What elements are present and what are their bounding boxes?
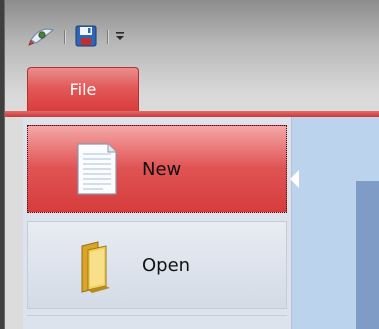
new-document-icon xyxy=(68,140,124,198)
document-area xyxy=(288,117,379,329)
customize-dropdown-icon[interactable] xyxy=(113,22,127,50)
folder-icon xyxy=(68,236,124,294)
document-panel-edge xyxy=(356,181,379,329)
toolbar-separator xyxy=(107,30,108,44)
save-icon[interactable] xyxy=(72,22,100,50)
menu-item-open-label: Open xyxy=(142,254,191,276)
file-tab[interactable]: File xyxy=(27,67,139,113)
menu-divider xyxy=(27,315,287,316)
toolbar-separator xyxy=(64,30,65,44)
quick-access-toolbar xyxy=(27,22,227,50)
file-tab-label: File xyxy=(69,80,97,99)
pen-icon[interactable] xyxy=(27,22,57,50)
application-window: File New Open xyxy=(4,0,379,329)
menu-item-new-label: New xyxy=(142,158,182,180)
menu-item-open[interactable]: Open xyxy=(27,221,287,309)
menu-item-new[interactable]: New xyxy=(27,125,299,213)
file-menu: New Open xyxy=(23,117,299,329)
submenu-pointer-icon xyxy=(290,170,299,188)
